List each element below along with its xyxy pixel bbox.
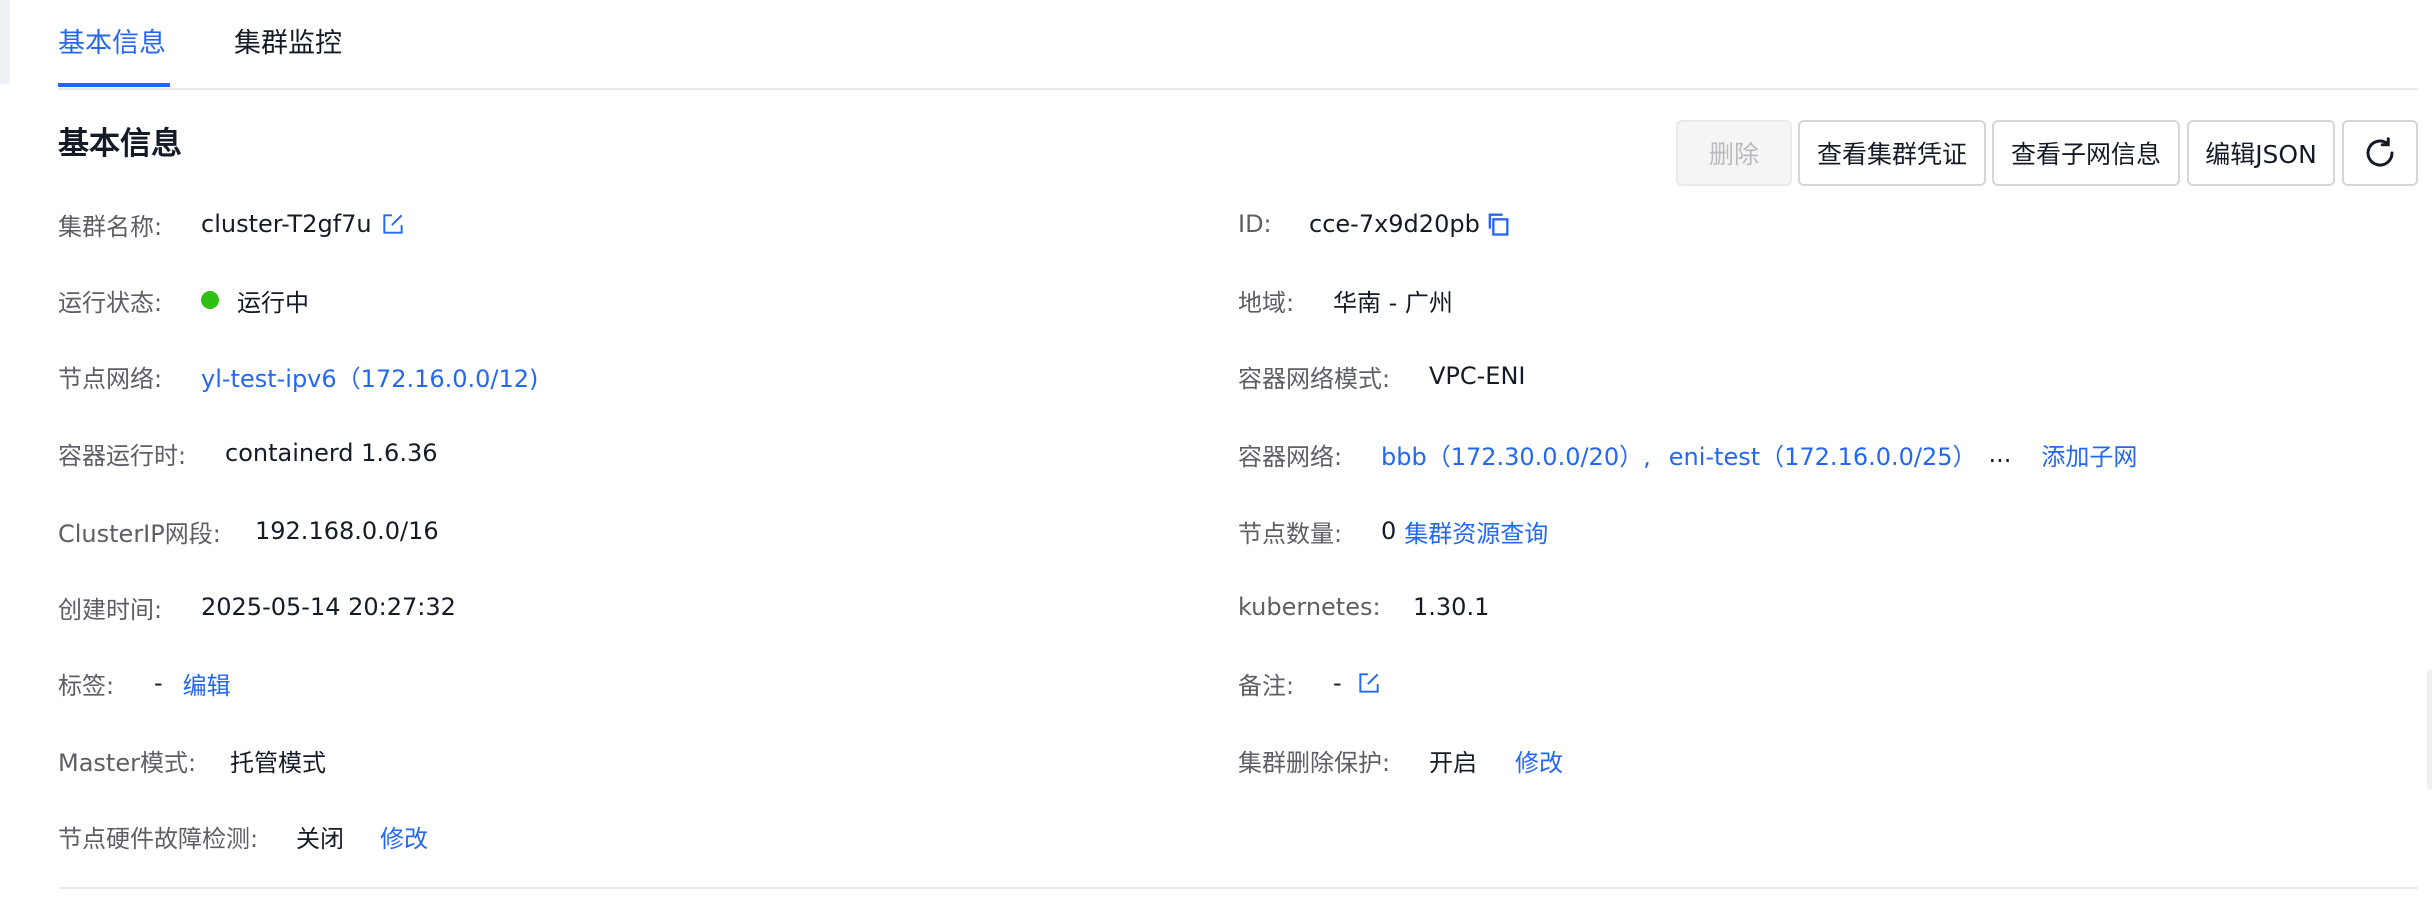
- status-row: 运行状态: 运行中: [58, 280, 309, 320]
- delete-button[interactable]: 删除: [1676, 120, 1792, 186]
- delete-protect-value: 开启: [1429, 748, 1477, 777]
- tags-row: 标签: - 编辑: [58, 663, 231, 703]
- edit-tags-link[interactable]: 编辑: [183, 666, 231, 701]
- copy-icon[interactable]: [1484, 210, 1512, 238]
- status-value: 运行中: [237, 288, 309, 317]
- container-network-row: 容器网络: bbb（172.30.0.0/20）, eni-test（172.1…: [1238, 434, 2137, 474]
- id-value: cce-7x9d20pb: [1309, 210, 1480, 238]
- id-row: ID: cce-7x9d20pb: [1238, 204, 1512, 244]
- modify-delete-protect-link[interactable]: 修改: [1515, 743, 1563, 778]
- runtime-label: 容器运行时:: [58, 441, 187, 470]
- region-row: 地域: 华南 - 广州: [1238, 280, 1453, 320]
- status-label: 运行状态:: [58, 288, 163, 317]
- clusterip-value: 192.168.0.0/16: [255, 517, 439, 545]
- tab-bar: 基本信息 集群监控: [58, 0, 2418, 90]
- region-value: 华南 - 广州: [1333, 288, 1453, 317]
- subnet-eni-test-link[interactable]: eni-test（172.16.0.0/25）: [1669, 437, 1977, 472]
- network-mode-label: 容器网络模式:: [1238, 364, 1391, 393]
- kubernetes-row: kubernetes: 1.30.1: [1238, 587, 1489, 627]
- modify-hw-detect-link[interactable]: 修改: [380, 819, 428, 854]
- more-subnets[interactable]: ...: [1989, 440, 2012, 468]
- runtime-value: containerd 1.6.36: [225, 439, 438, 467]
- cluster-resource-query-link[interactable]: 集群资源查询: [1404, 514, 1548, 549]
- node-network-row: 节点网络: yl-test-ipv6（172.16.0.0/12): [58, 356, 538, 396]
- clusterip-label: ClusterIP网段:: [58, 519, 221, 548]
- kubernetes-value: 1.30.1: [1413, 593, 1490, 621]
- delete-protect-row: 集群删除保护: 开启 修改: [1238, 740, 1563, 780]
- cluster-name-label: 集群名称:: [58, 212, 163, 241]
- refresh-button[interactable]: [2342, 120, 2418, 186]
- master-mode-label: Master模式:: [58, 748, 197, 777]
- created-label: 创建时间:: [58, 595, 163, 624]
- edit-json-button[interactable]: 编辑JSON: [2187, 120, 2335, 186]
- delete-protect-label: 集群删除保护:: [1238, 748, 1391, 777]
- node-network-link[interactable]: yl-test-ipv6（172.16.0.0/12): [201, 359, 538, 394]
- master-mode-value: 托管模式: [230, 748, 326, 777]
- cluster-name-value: cluster-T2gf7u: [201, 210, 372, 238]
- network-mode-value: VPC-ENI: [1429, 362, 1526, 390]
- id-label: ID:: [1238, 210, 1272, 238]
- remark-row: 备注: -: [1238, 663, 1382, 703]
- container-network-label: 容器网络:: [1238, 442, 1343, 471]
- clusterip-row: ClusterIP网段: 192.168.0.0/16: [58, 511, 439, 551]
- tab-basic-info[interactable]: 基本信息: [58, 26, 166, 62]
- created-value: 2025-05-14 20:27:32: [201, 593, 456, 621]
- tags-label: 标签:: [58, 671, 115, 700]
- region-label: 地域:: [1238, 288, 1295, 317]
- view-credentials-button[interactable]: 查看集群凭证: [1798, 120, 1986, 186]
- hw-detect-row: 节点硬件故障检测: 关闭 修改: [58, 816, 428, 856]
- subnet-bbb-link[interactable]: bbb（172.30.0.0/20）,: [1381, 437, 1651, 472]
- remark-label: 备注:: [1238, 671, 1295, 700]
- refresh-icon: [2362, 135, 2398, 171]
- node-count-row: 节点数量: 0 集群资源查询: [1238, 511, 1548, 551]
- runtime-row: 容器运行时: containerd 1.6.36: [58, 433, 438, 473]
- bottom-divider: [58, 887, 2418, 889]
- hw-detect-value: 关闭: [296, 824, 344, 853]
- tags-value: -: [154, 669, 163, 697]
- kubernetes-label: kubernetes:: [1238, 593, 1381, 621]
- tab-cluster-monitor[interactable]: 集群监控: [234, 26, 342, 62]
- scrollbar-track[interactable]: [2427, 670, 2432, 790]
- network-mode-row: 容器网络模式: VPC-ENI: [1238, 356, 1526, 396]
- edit-icon[interactable]: [380, 211, 406, 237]
- status-dot: [201, 291, 219, 309]
- hw-detect-label: 节点硬件故障检测:: [58, 824, 259, 853]
- cluster-name-row: 集群名称: cluster-T2gf7u: [58, 204, 406, 244]
- created-row: 创建时间: 2025-05-14 20:27:32: [58, 587, 456, 627]
- sidebar-edge: [0, 0, 10, 84]
- view-subnet-button[interactable]: 查看子网信息: [1992, 120, 2180, 186]
- master-mode-row: Master模式: 托管模式: [58, 740, 326, 780]
- node-count-value: 0: [1381, 517, 1397, 545]
- remark-value: -: [1333, 669, 1342, 697]
- add-subnet-link[interactable]: 添加子网: [2041, 437, 2137, 472]
- edit-icon[interactable]: [1356, 670, 1382, 696]
- active-tab-indicator: [58, 83, 170, 87]
- node-network-label: 节点网络:: [58, 364, 163, 393]
- node-count-label: 节点数量:: [1238, 519, 1343, 548]
- section-title: 基本信息: [58, 126, 182, 162]
